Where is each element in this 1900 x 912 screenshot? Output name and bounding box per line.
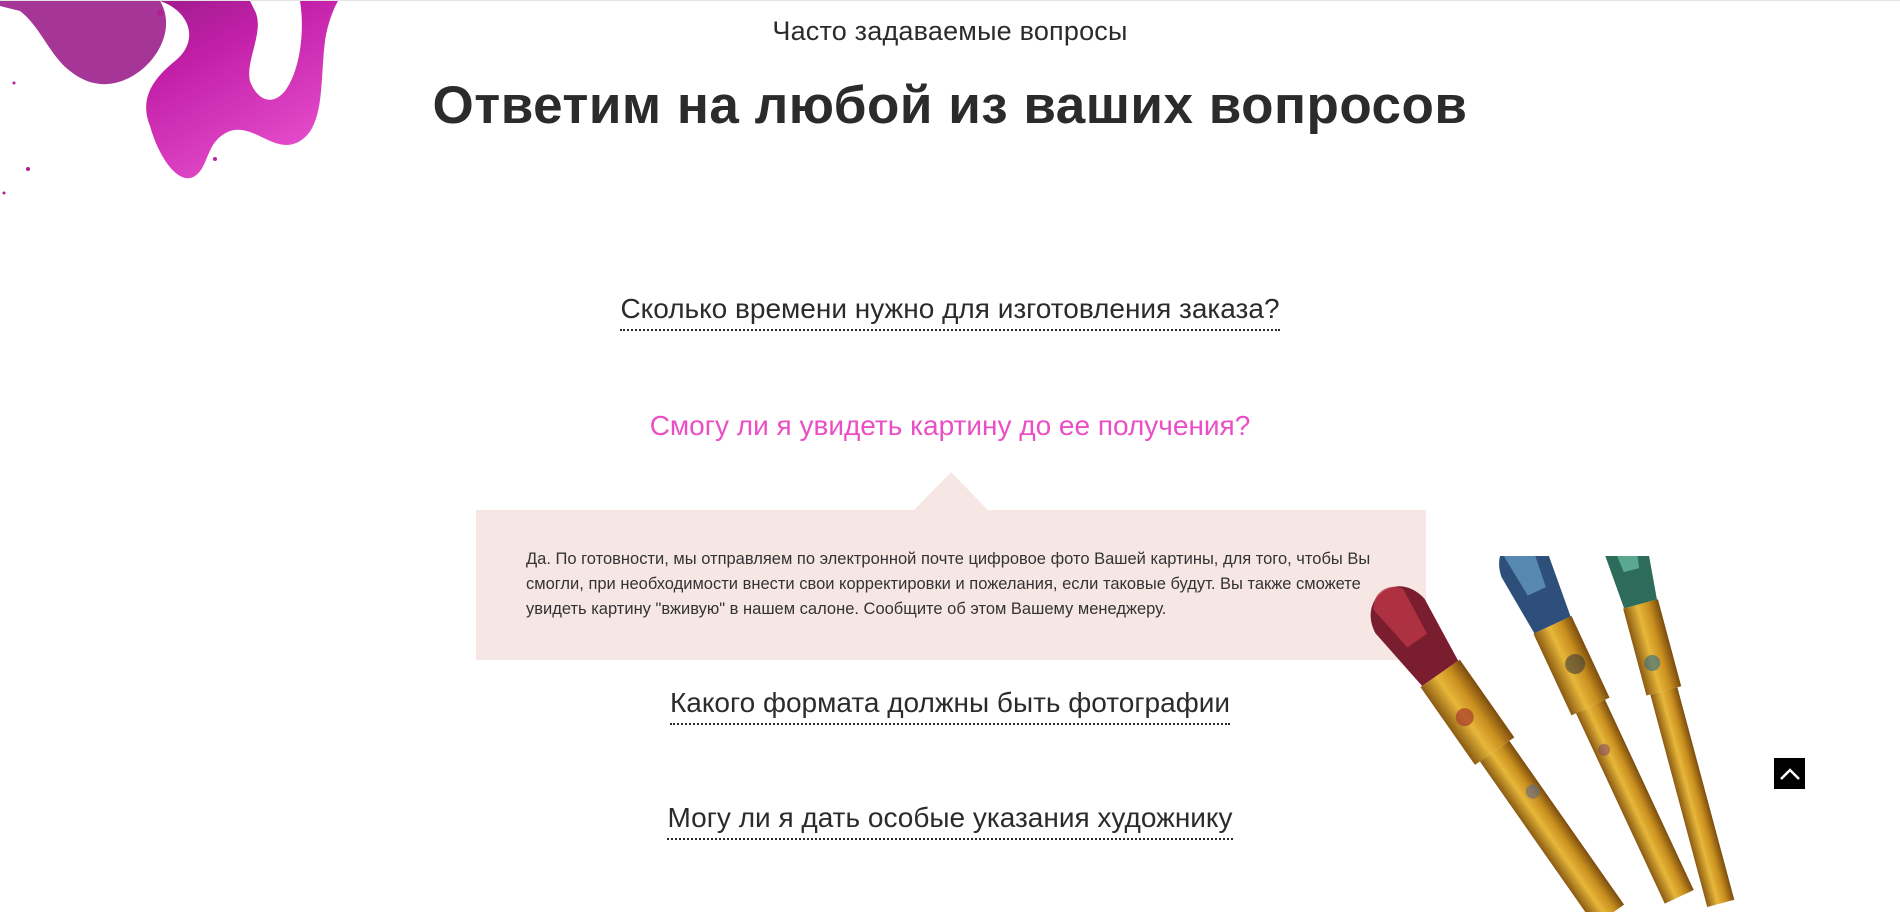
faq-answer-2: Да. По готовности, мы отправляем по элек…	[476, 510, 1426, 660]
faq-question-2-text[interactable]: Смогу ли я увидеть картину до ее получен…	[650, 408, 1251, 448]
faq-section: Часто задаваемые вопросы Ответим на любо…	[0, 0, 1900, 912]
faq-question-4[interactable]: Могу ли я дать особые указания художнику	[0, 800, 1900, 840]
section-eyebrow: Часто задаваемые вопросы	[772, 16, 1128, 46]
scroll-to-top-button[interactable]	[1774, 758, 1805, 789]
faq-question-1-text[interactable]: Сколько времени нужно для изготовления з…	[620, 291, 1280, 331]
faq-question-1[interactable]: Сколько времени нужно для изготовления з…	[0, 291, 1900, 331]
chevron-up-icon	[1779, 767, 1800, 780]
answer-pointer	[914, 472, 988, 510]
paint-brushes-decoration	[1370, 556, 1735, 912]
faq-question-2[interactable]: Смогу ли я увидеть картину до ее получен…	[0, 408, 1900, 448]
section-title: Ответим на любой из ваших вопросов	[432, 76, 1468, 135]
faq-question-4-text[interactable]: Могу ли я дать особые указания художнику	[667, 800, 1233, 840]
faq-question-3-text[interactable]: Какого формата должны быть фотографии	[669, 685, 1231, 725]
faq-question-3[interactable]: Какого формата должны быть фотографии	[0, 685, 1900, 725]
